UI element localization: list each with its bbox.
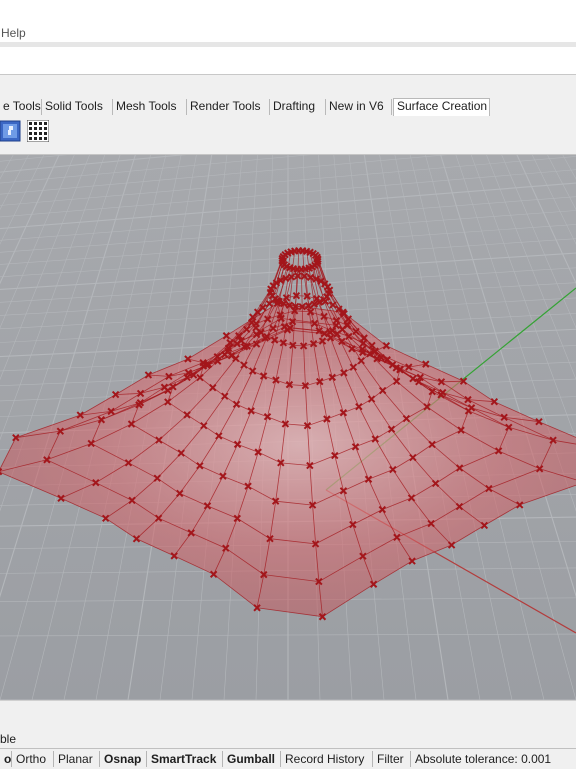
menu-bar: Help [0,0,576,42]
status-toggle-planar[interactable]: Planar [54,751,100,767]
status-toggle-gumball[interactable]: Gumball [223,751,281,767]
status-toggle-record-history[interactable]: Record History [281,751,373,767]
tab-solid-tools[interactable]: Solid Tools [42,99,113,115]
command-history: ble [0,700,576,749]
tab-new-in-v6[interactable]: New in V6 [326,99,392,115]
menu-help[interactable]: Help [1,26,26,40]
status-absolute-tolerance: Absolute tolerance: 0.001 [415,752,552,766]
tab-drafting[interactable]: Drafting [270,99,326,115]
tab-render-tools[interactable]: Render Tools [187,99,270,115]
viewport-canvas[interactable] [0,155,576,700]
perspective-viewport[interactable] [0,155,576,700]
toolbar-tabs: e Tools Solid Tools Mesh Tools Render To… [0,96,576,116]
command-line-input[interactable] [0,47,576,75]
status-toggle-ortho[interactable]: Ortho [12,751,54,767]
toolbar [0,116,576,155]
status-toggle-grid-snap[interactable]: o [0,751,12,767]
toolbar-band [0,75,576,96]
tab-surface-tools[interactable]: e Tools [0,99,42,115]
tab-mesh-tools[interactable]: Mesh Tools [113,99,187,115]
status-filter[interactable]: Filter [373,751,411,767]
status-toggle-smarttrack[interactable]: SmartTrack [147,751,223,767]
tab-surface-creation[interactable]: Surface Creation [393,98,490,116]
surface-from-points-icon[interactable] [0,120,22,142]
status-toggle-osnap[interactable]: Osnap [100,751,147,767]
status-bar: o Ortho Planar Osnap SmartTrack Gumball … [0,748,576,769]
point-grid-icon[interactable] [26,119,50,143]
command-history-line: ble [0,732,17,746]
